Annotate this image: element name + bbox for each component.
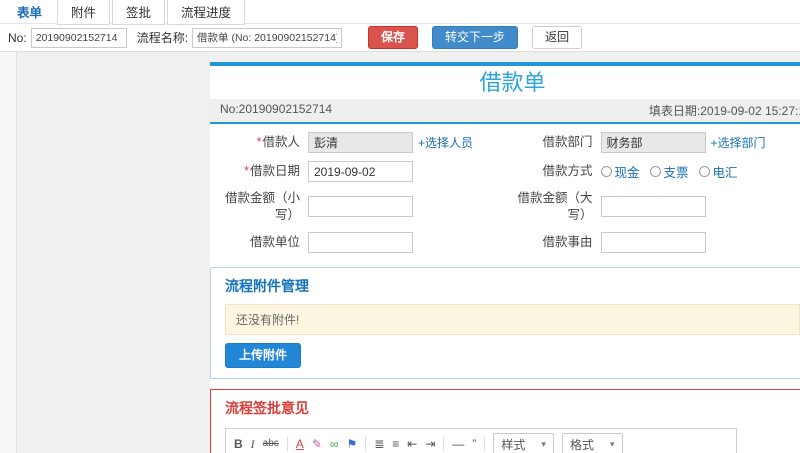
panel-top-accent (210, 62, 800, 66)
no-input[interactable] (30, 27, 127, 48)
reason-input[interactable] (600, 231, 706, 253)
required-marker: * (244, 164, 249, 179)
approval-section: 流程签批意见 B I abc A ✎ ∞ ⚑ ≣ ≡ ⇤ ⇥ ― ” 样式 ▾ … (210, 388, 800, 453)
toolbar-separator (286, 437, 288, 452)
form-number-text: No:20190902152714 (220, 102, 333, 116)
attachment-section-title: 流程附件管理 (225, 277, 309, 294)
method-option-cash[interactable]: 现金 (600, 162, 640, 181)
process-name-input[interactable] (192, 27, 343, 48)
chevron-down-icon: ▾ (609, 438, 615, 449)
link-icon[interactable]: ∞ (330, 438, 339, 450)
action-toolbar: No: 流程名称: 保存 转交下一步 返回 (0, 24, 800, 52)
toolbar-separator (443, 437, 445, 452)
method-option-check[interactable]: 支票 (649, 162, 689, 181)
amount-small-label: 借款金额（小写） (224, 191, 300, 222)
upload-attachment-button[interactable]: 上传附件 (225, 342, 302, 368)
method-label: 借款方式 (542, 164, 593, 179)
radio-icon (649, 166, 661, 177)
approval-section-title: 流程签批意见 (225, 399, 309, 416)
method-options: 现金 支票 电汇 (600, 162, 800, 181)
hr-icon[interactable]: ― (452, 438, 464, 450)
process-name-label: 流程名称: (136, 31, 189, 45)
back-button[interactable]: 返回 (532, 25, 583, 50)
radio-icon (600, 166, 612, 177)
format-dropdown-label: 格式 (569, 437, 594, 452)
department-input[interactable] (600, 132, 706, 153)
form-date-text: 填表日期:2019-09-02 15:27:1 (648, 104, 800, 118)
toolbar-separator (484, 437, 486, 452)
method-option-wire[interactable]: 电汇 (698, 162, 738, 181)
left-panel-scrollbar[interactable] (0, 52, 17, 453)
unit-input[interactable] (308, 231, 413, 253)
amount-big-label: 借款金额（大写） (517, 191, 593, 222)
radio-icon (698, 166, 710, 177)
style-dropdown[interactable]: 样式 ▾ (493, 432, 554, 453)
tab-approval[interactable]: 签批 (112, 0, 166, 25)
tab-attachment[interactable]: 附件 (57, 0, 111, 25)
next-step-button[interactable]: 转交下一步 (432, 25, 519, 50)
blockquote-icon[interactable]: ” (472, 438, 476, 450)
tab-bar: 表单 附件 签批 流程进度 (0, 0, 800, 25)
loan-date-label: *借款日期 (244, 164, 300, 179)
borrower-input[interactable] (308, 132, 413, 153)
unit-label: 借款单位 (249, 234, 300, 249)
flag-icon[interactable]: ⚑ (346, 438, 357, 450)
style-dropdown-label: 样式 (501, 437, 526, 452)
italic-icon[interactable]: I (251, 438, 255, 450)
department-label: 借款部门 (542, 135, 593, 150)
indent-icon[interactable]: ⇥ (425, 438, 435, 450)
outdent-icon[interactable]: ⇤ (407, 438, 417, 450)
pencil-icon[interactable]: ✎ (312, 438, 322, 450)
toolbar-separator (365, 437, 367, 452)
no-label: No: (8, 30, 27, 45)
bold-icon[interactable]: B (234, 438, 243, 450)
save-button[interactable]: 保存 (368, 25, 419, 50)
font-color-icon[interactable]: A (296, 438, 304, 450)
form-panel: 借款单 No:20190902152714 填表日期:2019-09-02 15… (210, 62, 800, 453)
format-dropdown[interactable]: 格式 ▾ (561, 432, 623, 453)
select-department-link[interactable]: +选择部门 (711, 134, 766, 151)
unordered-list-icon[interactable]: ≡ (392, 438, 399, 450)
borrower-label: *借款人 (256, 135, 300, 150)
rich-text-editor: B I abc A ✎ ∞ ⚑ ≣ ≡ ⇤ ⇥ ― ” 样式 ▾ 格式 ▾ (225, 427, 737, 453)
loan-form: *借款人 +选择人员 借款部门 +选择部门 *借款日期 借款方式 现金 支票 电… (210, 124, 800, 259)
editor-toolbar: B I abc A ✎ ∞ ⚑ ≣ ≡ ⇤ ⇥ ― ” 样式 ▾ 格式 ▾ (226, 429, 736, 453)
required-marker: * (256, 135, 262, 150)
amount-small-input[interactable] (308, 196, 413, 218)
page-title: 借款单 (479, 70, 546, 95)
tab-form[interactable]: 表单 (4, 0, 55, 24)
strikethrough-icon[interactable]: abc (263, 439, 279, 449)
loan-date-input[interactable] (308, 161, 413, 182)
info-bar: No:20190902152714 填表日期:2019-09-02 15:27:… (210, 99, 800, 124)
select-person-link[interactable]: +选择人员 (418, 134, 473, 151)
ordered-list-icon[interactable]: ≣ (374, 438, 384, 450)
workspace: 借款单 No:20190902152714 填表日期:2019-09-02 15… (0, 52, 800, 453)
attachment-section: 流程附件管理 还没有附件! 上传附件 (210, 266, 800, 379)
amount-big-input[interactable] (600, 196, 706, 218)
chevron-down-icon: ▾ (541, 438, 546, 449)
no-attachment-notice: 还没有附件! (225, 303, 800, 335)
reason-label: 借款事由 (542, 234, 593, 249)
tab-progress[interactable]: 流程进度 (167, 0, 246, 25)
